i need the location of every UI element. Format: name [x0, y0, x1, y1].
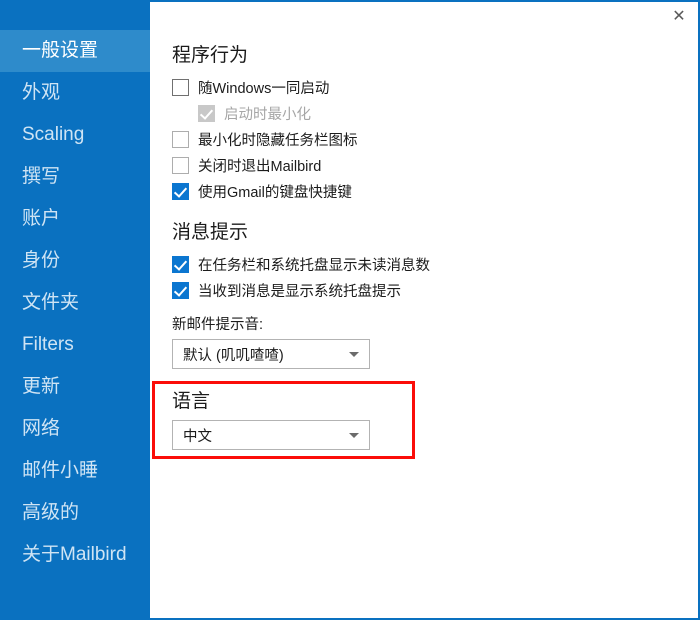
checkbox-unchecked-icon[interactable]	[172, 156, 189, 174]
notification-option-row-0[interactable]: 在任务栏和系统托盘显示未读消息数	[172, 251, 430, 277]
chevron-down-icon	[349, 351, 359, 357]
program-behavior-option-label: 启动时最小化	[224, 106, 311, 123]
checkbox-checked-icon[interactable]	[172, 255, 189, 273]
sidebar-item-4[interactable]: 账户	[0, 198, 150, 240]
language-dropdown[interactable]: 中文	[172, 420, 370, 450]
sound-label: 新邮件提示音:	[172, 317, 264, 333]
sidebar-item-label: Filters	[22, 334, 74, 355]
checkbox-checked-icon[interactable]	[172, 182, 189, 200]
notification-option-label: 在任务栏和系统托盘显示未读消息数	[198, 257, 430, 274]
sidebar-item-10[interactable]: 邮件小睡	[0, 450, 150, 492]
sidebar-item-label: Scaling	[22, 124, 85, 145]
sidebar-item-label: 邮件小睡	[22, 460, 99, 481]
sidebar-item-label: 账户	[22, 208, 61, 229]
sidebar-item-8[interactable]: 更新	[0, 366, 150, 408]
sidebar-item-label: 高级的	[22, 502, 80, 523]
settings-sidebar: 一般设置外观 Scaling 撰写账户身份文件夹 Filters 更新网络邮件小睡高级的…	[0, 0, 150, 620]
sidebar-item-6[interactable]: 文件夹	[0, 282, 150, 324]
program-behavior-option-row-4[interactable]: 使用Gmail的键盘快捷键	[172, 178, 358, 204]
sidebar-item-5[interactable]: 身份	[0, 240, 150, 282]
checkbox-checked-icon[interactable]	[172, 281, 189, 299]
notification-sound-value: 默认 (叽叽喳喳)	[183, 347, 284, 364]
sidebar-item-label: 更新	[22, 376, 61, 397]
program-behavior-options: 随Windows一同启动启动时最小化最小化时隐藏任务栏图标 关闭时退出Mailbi…	[172, 74, 358, 204]
program-behavior-option-row-2[interactable]: 最小化时隐藏任务栏图标	[172, 126, 358, 152]
sidebar-item-11[interactable]: 高级的	[0, 492, 150, 534]
checkbox-unchecked-icon[interactable]	[172, 78, 189, 96]
sidebar-item-0[interactable]: 一般设置	[0, 30, 150, 72]
notifications-section: 消息提示 在任务栏和系统托盘显示未读消息数 当收到消息是显示系统托盘提示 新邮件提…	[172, 221, 430, 369]
sidebar-item-label: 身份	[22, 250, 61, 271]
language-section: 语言 中文	[172, 390, 370, 450]
sidebar-item-9[interactable]: 网络	[0, 408, 150, 450]
sidebar-item-3[interactable]: 撰写	[0, 156, 150, 198]
notification-option-label: 当收到消息是显示系统托盘提示	[198, 283, 401, 300]
program-behavior-title: 程序行为	[172, 45, 249, 66]
sidebar-item-label: 文件夹	[22, 292, 80, 313]
program-behavior-option-label: 使用Gmail的键盘快捷键	[198, 184, 352, 201]
chevron-down-icon	[349, 432, 359, 438]
notifications-title: 消息提示	[172, 222, 249, 243]
program-behavior-option-row-1: 启动时最小化	[172, 100, 358, 126]
settings-window: 一般设置外观 Scaling 撰写账户身份文件夹 Filters 更新网络邮件小睡高级的…	[0, 0, 700, 620]
language-value: 中文	[183, 428, 212, 445]
language-title: 语言	[172, 391, 211, 412]
notification-sound-dropdown[interactable]: 默认 (叽叽喳喳)	[172, 339, 370, 369]
program-behavior-option-label: 随Windows一同启动	[198, 80, 330, 97]
program-behavior-option-row-3[interactable]: 关闭时退出Mailbird	[172, 152, 358, 178]
sidebar-item-label: 网络	[22, 418, 61, 439]
sidebar-item-label: 撰写	[22, 166, 61, 187]
checkbox-checked-icon	[198, 104, 215, 122]
checkbox-unchecked-icon[interactable]	[172, 130, 189, 148]
program-behavior-option-label: 最小化时隐藏任务栏图标	[198, 132, 358, 149]
sidebar-item-1[interactable]: 外观	[0, 72, 150, 114]
sidebar-item-label: 一般设置	[22, 40, 99, 61]
settings-content-pane: ✕ 程序行为 随Windows一同启动启动时最小化最小化时隐藏任务栏图标 关闭时退…	[150, 0, 700, 620]
notification-option-row-1[interactable]: 当收到消息是显示系统托盘提示	[172, 277, 430, 303]
sidebar-item-label: 关于Mailbird	[22, 544, 127, 565]
sidebar-item-2[interactable]: Scaling	[0, 114, 150, 156]
program-behavior-section: 程序行为 随Windows一同启动启动时最小化最小化时隐藏任务栏图标 关闭时退出M…	[172, 44, 358, 204]
sidebar-item-label: 外观	[22, 82, 61, 103]
notification-options: 在任务栏和系统托盘显示未读消息数 当收到消息是显示系统托盘提示	[172, 251, 430, 303]
close-icon[interactable]: ✕	[664, 2, 694, 30]
sidebar-item-12[interactable]: 关于Mailbird	[0, 534, 150, 576]
program-behavior-option-row-0[interactable]: 随Windows一同启动	[172, 74, 358, 100]
program-behavior-option-label: 关闭时退出Mailbird	[198, 158, 322, 175]
sidebar-item-7[interactable]: Filters	[0, 324, 150, 366]
